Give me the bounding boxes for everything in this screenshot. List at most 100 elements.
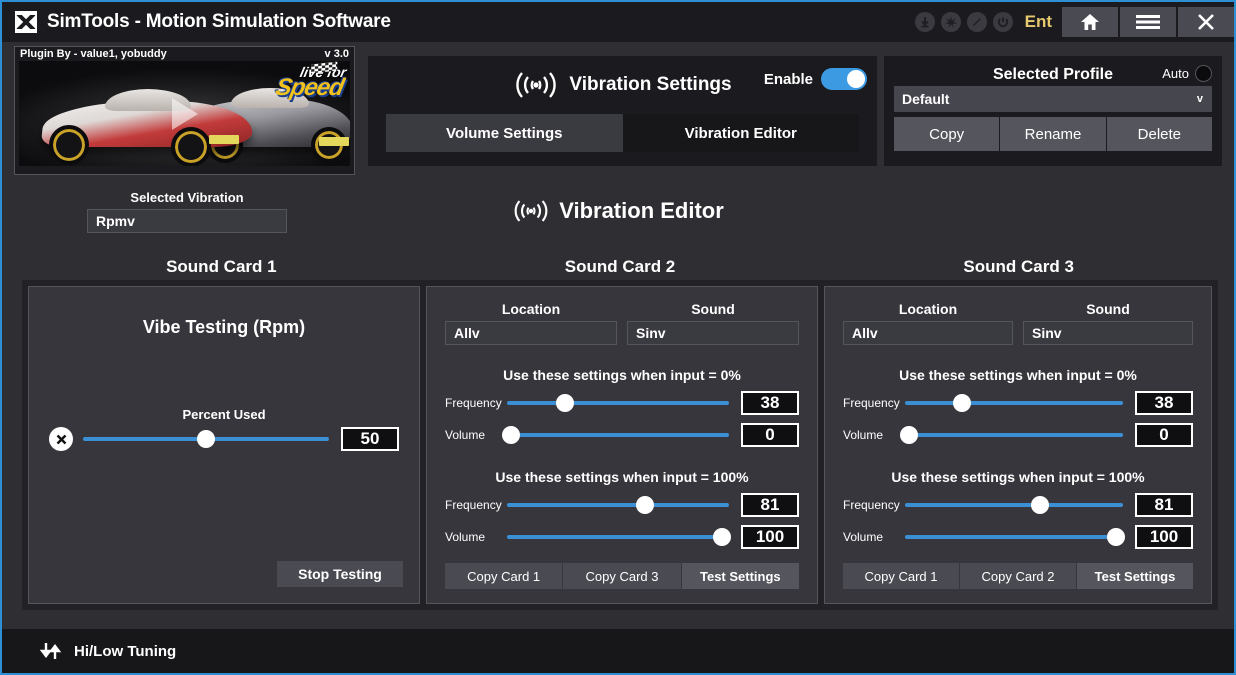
card2-sound-group: Sound Sin v bbox=[627, 301, 799, 345]
chevron-down-icon: v bbox=[870, 325, 878, 341]
card3-full-volume-value[interactable]: 100 bbox=[1135, 525, 1193, 549]
card2-copy-card-3-button[interactable]: Copy Card 3 bbox=[563, 563, 681, 589]
card2-zero-frequency-value[interactable]: 38 bbox=[741, 391, 799, 415]
download-icon[interactable] bbox=[915, 12, 935, 32]
card2-zero-group-title: Use these settings when input = 0% bbox=[427, 367, 817, 383]
title-bar-controls: Ent bbox=[915, 2, 1234, 42]
card2-location-sound-row: Location All v Sound Sin v bbox=[427, 287, 817, 345]
card2-zero-volume-slider[interactable] bbox=[507, 425, 729, 445]
enable-toggle-group[interactable]: Enable bbox=[764, 68, 867, 90]
sound-card-3-header: Sound Card 3 bbox=[819, 257, 1218, 277]
banner-header: Plugin By - value1, yobuddy v 3.0 bbox=[15, 47, 354, 61]
card2-location-label: Location bbox=[445, 301, 617, 317]
app-window: SimTools - Motion Simulation Software En… bbox=[0, 0, 1236, 675]
card2-full-frequency-value[interactable]: 81 bbox=[741, 493, 799, 517]
game-logo: live for Speed bbox=[273, 65, 347, 100]
vibration-settings-panel: Vibration Settings Enable Volume Setting… bbox=[368, 56, 877, 166]
profile-title: Selected Profile bbox=[993, 66, 1113, 84]
auto-label: Auto bbox=[1162, 66, 1189, 81]
hi-low-tuning-label[interactable]: Hi/Low Tuning bbox=[74, 643, 176, 660]
vibration-editor-title-text: Vibration Editor bbox=[559, 198, 724, 224]
game-artwork: live for Speed bbox=[19, 61, 350, 166]
slider-track bbox=[507, 401, 729, 405]
power-icon[interactable] bbox=[993, 12, 1013, 32]
percent-used-row: 50 bbox=[29, 427, 419, 451]
percent-used-slider[interactable] bbox=[83, 429, 329, 449]
slider-thumb[interactable] bbox=[556, 394, 574, 412]
toggle-knob bbox=[847, 70, 865, 88]
up-down-arrows-icon[interactable] bbox=[40, 641, 64, 661]
card3-zero-volume-row: Volume 0 bbox=[825, 423, 1211, 447]
profile-select[interactable]: Default v bbox=[894, 86, 1212, 112]
tab-volume-settings[interactable]: Volume Settings bbox=[386, 114, 623, 152]
delete-profile-button[interactable]: Delete bbox=[1107, 117, 1212, 151]
card2-full-volume-value[interactable]: 100 bbox=[741, 525, 799, 549]
card3-location-select[interactable]: All v bbox=[843, 321, 1013, 345]
card3-zero-frequency-label: Frequency bbox=[843, 396, 905, 410]
card3-full-volume-row: Volume 100 bbox=[825, 525, 1211, 549]
tab-vibration-editor[interactable]: Vibration Editor bbox=[623, 114, 860, 152]
hamburger-menu-icon[interactable] bbox=[1120, 7, 1176, 37]
race-car-wheel bbox=[49, 125, 89, 165]
card3-full-frequency-value[interactable]: 81 bbox=[1135, 493, 1193, 517]
chevron-down-icon: v bbox=[1054, 325, 1062, 341]
slider-thumb[interactable] bbox=[1107, 528, 1125, 546]
rename-profile-button[interactable]: Rename bbox=[1000, 117, 1106, 151]
slider-thumb[interactable] bbox=[636, 496, 654, 514]
slider-thumb[interactable] bbox=[713, 528, 731, 546]
slider-thumb[interactable] bbox=[502, 426, 520, 444]
card2-zero-volume-row: Volume 0 bbox=[427, 423, 817, 447]
selected-profile-panel: Selected Profile Auto Default v Copy Ren… bbox=[884, 56, 1222, 166]
card2-zero-frequency-label: Frequency bbox=[445, 396, 507, 410]
stop-testing-button[interactable]: Stop Testing bbox=[277, 561, 403, 587]
card3-location-value: All bbox=[852, 325, 870, 341]
title-bar: SimTools - Motion Simulation Software En… bbox=[2, 2, 1234, 42]
card2-buttons: Copy Card 1 Copy Card 3 Test Settings bbox=[445, 563, 799, 589]
card2-copy-card-1-button[interactable]: Copy Card 1 bbox=[445, 563, 563, 589]
card2-full-frequency-slider[interactable] bbox=[507, 495, 729, 515]
enable-label: Enable bbox=[764, 71, 813, 88]
percent-used-value[interactable]: 50 bbox=[341, 427, 399, 451]
card3-location-label: Location bbox=[843, 301, 1013, 317]
card2-zero-frequency-slider[interactable] bbox=[507, 393, 729, 413]
sound-cards-container: Vibe Testing (Rpm) Percent Used 50 Stop … bbox=[22, 280, 1218, 610]
card3-sound-group: Sound Sin v bbox=[1023, 301, 1193, 345]
card2-full-volume-label: Volume bbox=[445, 530, 507, 544]
x-circle-icon[interactable] bbox=[49, 427, 73, 451]
settings-tabs: Volume Settings Vibration Editor bbox=[386, 114, 859, 152]
copy-profile-button[interactable]: Copy bbox=[894, 117, 1000, 151]
card3-copy-card-2-button[interactable]: Copy Card 2 bbox=[960, 563, 1077, 589]
card2-zero-volume-value[interactable]: 0 bbox=[741, 423, 799, 447]
slider-thumb[interactable] bbox=[900, 426, 918, 444]
card2-full-volume-slider[interactable] bbox=[507, 527, 729, 547]
starburst-icon[interactable] bbox=[941, 12, 961, 32]
slider-thumb[interactable] bbox=[953, 394, 971, 412]
card3-copy-card-1-button[interactable]: Copy Card 1 bbox=[843, 563, 960, 589]
pencil-icon[interactable] bbox=[967, 12, 987, 32]
card3-test-settings-button[interactable]: Test Settings bbox=[1077, 563, 1193, 589]
card2-location-select[interactable]: All v bbox=[445, 321, 617, 345]
card2-full-volume-row: Volume 100 bbox=[427, 525, 817, 549]
auto-profile-group[interactable]: Auto bbox=[1162, 65, 1212, 82]
enable-toggle[interactable] bbox=[821, 68, 867, 90]
slider-track bbox=[905, 503, 1123, 507]
sound-card-1: Vibe Testing (Rpm) Percent Used 50 Stop … bbox=[28, 286, 420, 604]
sound-card-2-header: Sound Card 2 bbox=[421, 257, 820, 277]
card3-zero-volume-slider[interactable] bbox=[905, 425, 1123, 445]
auto-indicator[interactable] bbox=[1195, 65, 1212, 82]
card2-sound-select[interactable]: Sin v bbox=[627, 321, 799, 345]
card3-full-frequency-slider[interactable] bbox=[905, 495, 1123, 515]
slider-thumb[interactable] bbox=[197, 430, 215, 448]
card2-test-settings-button[interactable]: Test Settings bbox=[682, 563, 799, 589]
slider-thumb[interactable] bbox=[1031, 496, 1049, 514]
card3-full-group-title: Use these settings when input = 100% bbox=[825, 469, 1211, 485]
card3-zero-frequency-value[interactable]: 38 bbox=[1135, 391, 1193, 415]
home-icon[interactable] bbox=[1062, 7, 1118, 37]
close-icon[interactable] bbox=[1178, 7, 1234, 37]
plugin-version-label: v 3.0 bbox=[325, 48, 349, 60]
chevron-down-icon: v bbox=[658, 325, 666, 341]
card3-sound-select[interactable]: Sin v bbox=[1023, 321, 1193, 345]
card3-zero-frequency-slider[interactable] bbox=[905, 393, 1123, 413]
card3-full-volume-slider[interactable] bbox=[905, 527, 1123, 547]
card3-zero-volume-value[interactable]: 0 bbox=[1135, 423, 1193, 447]
